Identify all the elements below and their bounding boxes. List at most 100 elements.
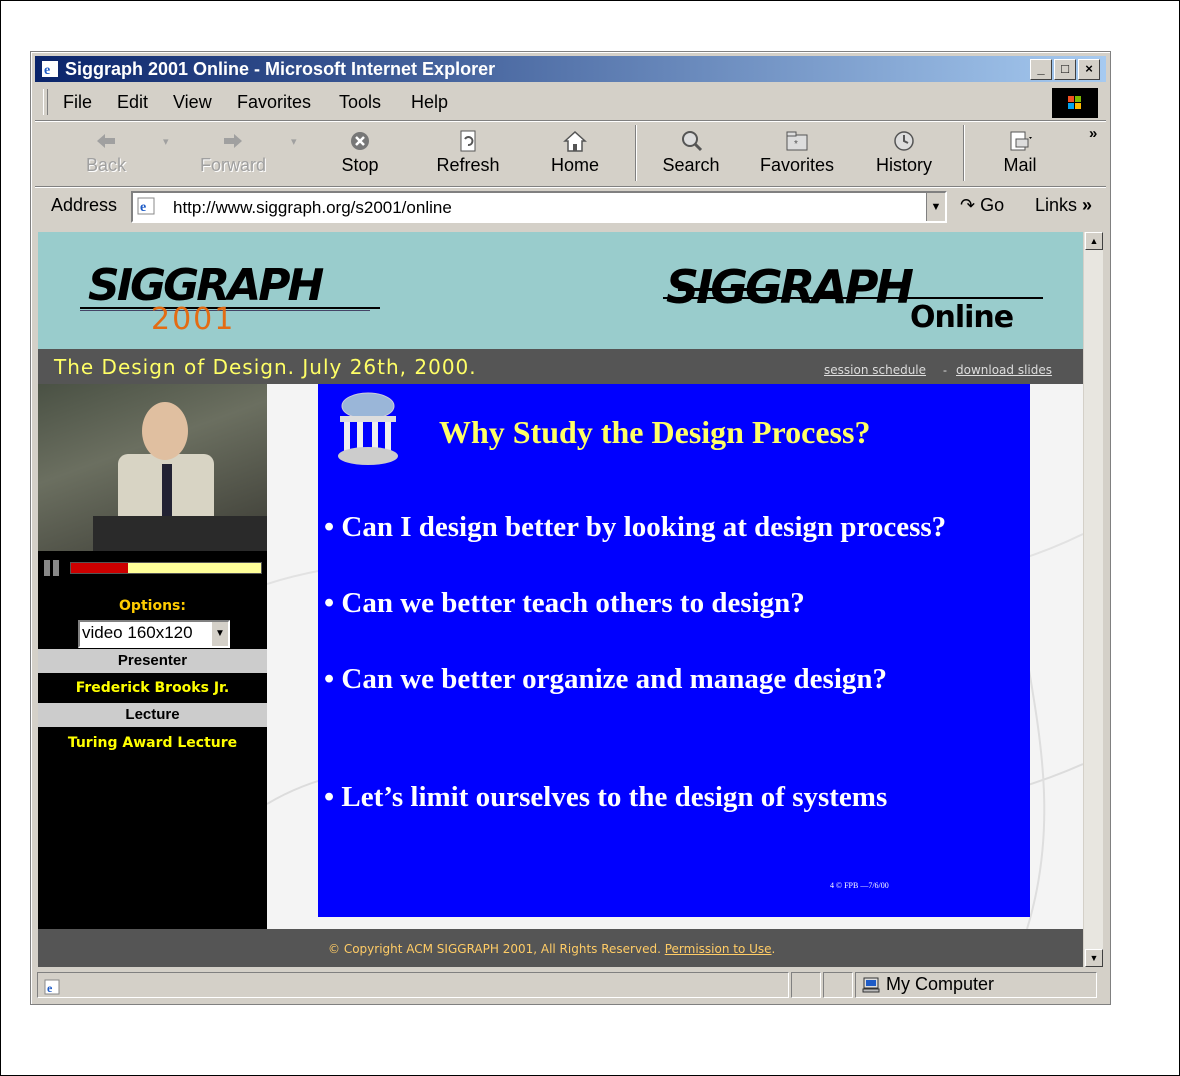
history-button[interactable]: History [859,125,949,185]
refresh-button[interactable]: Refresh [423,125,513,185]
close-button[interactable]: × [1078,59,1100,80]
back-arrow-icon [97,134,115,148]
toolbar-separator [635,125,637,181]
standard-toolbar: Back ▾ Forward ▾ Stop Refresh Home Searc… [35,120,1106,185]
title-bar[interactable]: e Siggraph 2001 Online - Microsoft Inter… [35,56,1106,82]
download-slides-link[interactable]: download slides [956,363,1052,377]
presenter-name: Frederick Brooks Jr. [75,680,230,696]
history-label: History [875,155,932,175]
mail-button[interactable]: Mail [975,125,1065,185]
address-field[interactable]: e http://www.siggraph.org/s2001/online ▼ [131,191,947,223]
favorites-button[interactable]: * Favorites [752,125,842,185]
slide-bullet: • Can we better teach others to design? [324,587,805,619]
page-content: SIGGRAPH 2001 SIGGRAPH Online The Design… [38,232,1083,967]
playback-bar [38,554,267,582]
address-bar: Address e http://www.siggraph.org/s2001/… [35,186,1106,223]
menu-bar: File Edit View Favorites Tools Help [35,86,1106,118]
minimize-button[interactable]: _ [1030,59,1052,80]
links-label: Links [1035,195,1078,215]
menu-file[interactable]: File [63,92,92,113]
menu-favorites[interactable]: Favorites [237,92,311,113]
presenter-tie [162,464,172,524]
options-label: Options: [119,598,186,614]
links-more-icon: » [1082,195,1093,215]
scroll-up-icon[interactable]: ▲ [1085,232,1103,250]
address-dropdown-icon[interactable]: ▼ [926,193,945,221]
mail-label: Mail [1003,155,1037,175]
back-label: Back [85,155,127,175]
zone-label: My Computer [886,974,995,994]
forward-arrow-icon [224,134,242,148]
browser-window: e Siggraph 2001 Online - Microsoft Inter… [30,51,1111,1005]
menu-tools[interactable]: Tools [339,92,381,113]
slide-bullet: • Can we better organize and manage desi… [324,663,888,695]
slide-footnote: 4 © FPB —7/6/00 [830,881,889,890]
ie-icon: e [42,61,58,78]
menu-view[interactable]: View [173,92,212,113]
pause-icon[interactable] [44,560,62,576]
history-icon [894,131,914,151]
stop-icon [351,132,369,150]
presenter-head [142,402,188,460]
links-button[interactable]: Links » [1035,195,1092,216]
session-bar: The Design of Design. July 26th, 2000. s… [38,349,1083,384]
vertical-scrollbar[interactable]: ▲ ▼ [1084,232,1103,967]
scroll-down-icon[interactable]: ▼ [1085,949,1103,967]
status-text-cell: e [37,972,789,998]
status-bar: e My Computer [35,970,1106,1000]
lecture-name: Turing Award Lecture [67,735,238,751]
status-cell [823,972,853,998]
slide-bullet: • Let’s limit ourselves to the design of… [324,781,888,813]
go-arrow-icon: ↷ [960,195,976,215]
refresh-label: Refresh [436,155,500,175]
playback-progress[interactable] [70,562,262,574]
svg-text:*: * [794,139,798,150]
back-button[interactable]: Back [61,125,151,185]
svg-text:e: e [140,200,146,215]
player-sidebar: Options: video 160x120 ▼ Presenter Frede… [38,384,267,929]
stop-button[interactable]: Stop [315,125,405,185]
favorites-icon: * [786,131,808,151]
select-dropdown-icon[interactable]: ▼ [212,622,228,646]
menu-help[interactable]: Help [411,92,448,113]
search-icon [682,131,703,152]
lecture-label: Lecture [38,703,267,727]
zone-cell: My Computer [855,972,1097,998]
status-cell [791,972,821,998]
presentation-slide: Why Study the Design Process? • Can I de… [318,384,1030,917]
permission-link[interactable]: Permission to Use [665,942,772,956]
toolbar-separator-2 [963,125,965,181]
refresh-icon [460,130,476,152]
menu-edit[interactable]: Edit [117,92,148,113]
maximize-button[interactable]: □ [1054,59,1076,80]
siggraph-year: 2001 [151,302,236,337]
siggraph-header: SIGGRAPH 2001 SIGGRAPH Online [38,232,1083,349]
forward-dropdown-icon[interactable]: ▾ [291,135,297,148]
forward-label: Forward [199,155,266,175]
page-footer: © Copyright ACM SIGGRAPH 2001, All Right… [38,929,1083,967]
page-status-icon: e [44,979,60,995]
home-label: Home [550,155,599,175]
search-button[interactable]: Search [646,125,736,185]
go-button[interactable]: ↷ Go [960,195,1004,216]
link-separator: - [943,363,947,377]
slide-title: Why Study the Design Process? [439,414,871,450]
search-label: Search [662,155,720,175]
mail-icon [1010,131,1032,151]
video-player[interactable] [38,384,267,551]
address-label: Address [51,195,118,215]
video-size-select[interactable]: video 160x120 ▼ [78,620,230,648]
svg-text:e: e [47,981,53,995]
siggraph-online-logo: SIGGRAPH [666,260,914,314]
podium [93,516,267,551]
home-button[interactable]: Home [530,125,620,185]
back-dropdown-icon[interactable]: ▾ [163,135,169,148]
svg-text:e: e [44,63,50,78]
session-tagline: The Design of Design. July 26th, 2000. [54,355,477,379]
session-schedule-link[interactable]: session schedule [824,363,926,377]
copyright-label: © Copyright ACM SIGGRAPH 2001, All Right… [328,942,661,956]
toolbar-more-button[interactable]: » [1089,125,1097,142]
online-wordmark: Online [910,300,1014,335]
stop-label: Stop [341,155,379,175]
forward-button[interactable]: Forward [188,125,278,185]
